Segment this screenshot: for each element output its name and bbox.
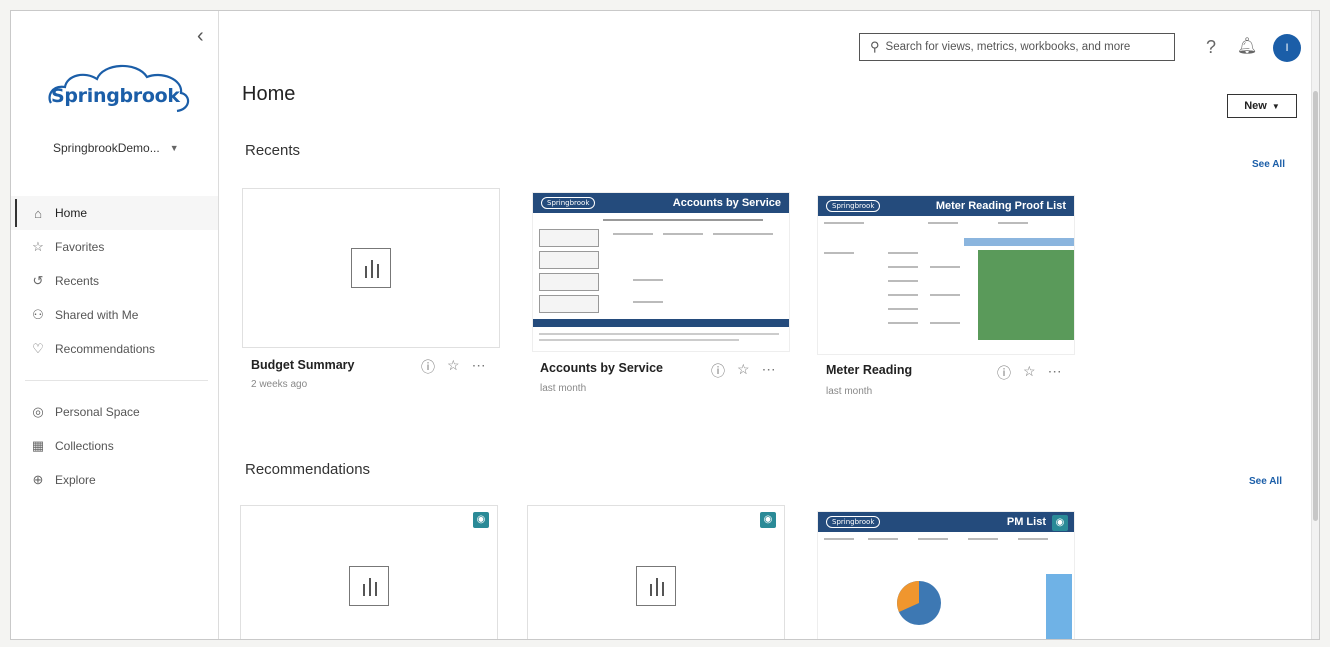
- thumbnail-title: Meter Reading Proof List: [935, 200, 1066, 212]
- lightbulb-icon: ♡: [32, 341, 44, 356]
- new-button[interactable]: New ▼: [1227, 94, 1297, 118]
- thumbnail-header: Springbrook Meter Reading Proof List: [818, 196, 1074, 216]
- recommendation-card[interactable]: ◉: [527, 505, 785, 639]
- notification-bell-icon[interactable]: 🔔︎: [1235, 35, 1259, 59]
- sidebar-item-label: Recommendations: [55, 342, 156, 356]
- new-button-label: New: [1244, 100, 1267, 112]
- sidebar-item-home[interactable]: ⌂ Home: [11, 196, 218, 230]
- logo-text: Springbrook: [51, 85, 180, 107]
- sidebar-item-recommendations[interactable]: ♡ Recommendations: [11, 332, 218, 366]
- sidebar-item-collections[interactable]: ▦ Collections: [11, 429, 218, 463]
- scrollbar-thumb[interactable]: [1313, 91, 1318, 521]
- thumbnail-logo: Springbrook: [826, 516, 881, 528]
- thumbnail-header: Springbrook PM List: [818, 512, 1074, 532]
- card-title[interactable]: Accounts by Service: [540, 361, 663, 375]
- site-selector[interactable]: SpringbrookDemo... ▼: [53, 141, 179, 155]
- nav-divider: [25, 380, 208, 381]
- search-placeholder: Search for views, metrics, workbooks, an…: [885, 41, 1131, 53]
- search-input[interactable]: ⚲ Search for views, metrics, workbooks, …: [859, 33, 1175, 61]
- card-actions: ⓘ ☆ ⋯: [711, 361, 776, 381]
- recents-see-all-link[interactable]: See All: [1252, 159, 1285, 170]
- recommendation-card-pm-list[interactable]: Springbrook PM List ◉: [817, 511, 1075, 639]
- app-window: ‹ Springbrook SpringbrookDemo... ▼ ⌂ Hom…: [10, 10, 1320, 640]
- thumbnail-logo: Springbrook: [826, 200, 881, 212]
- compass-icon: ⊕: [32, 472, 44, 487]
- favorite-star-icon[interactable]: ☆: [1023, 363, 1036, 383]
- thumbnail-title: PM List: [1006, 516, 1046, 528]
- history-icon: ↺: [32, 273, 44, 288]
- avatar[interactable]: I: [1273, 34, 1301, 62]
- person-icon: ◎: [32, 404, 44, 419]
- recommendation-badge-icon: ◉: [1052, 515, 1068, 531]
- thumbnail-logo: Springbrook: [541, 197, 596, 209]
- collapse-sidebar-icon[interactable]: ‹: [197, 25, 204, 48]
- card-timestamp: 2 weeks ago: [251, 379, 308, 390]
- favorite-star-icon[interactable]: ☆: [447, 357, 460, 377]
- recommendation-badge-icon: ◉: [760, 512, 776, 528]
- recommendation-card[interactable]: ◉: [240, 505, 498, 639]
- recent-card-accounts-by-service[interactable]: Springbrook Accounts by Service: [532, 192, 790, 352]
- thumbnail-title: Accounts by Service: [672, 197, 781, 209]
- sidebar-item-recents[interactable]: ↺ Recents: [11, 264, 218, 298]
- info-icon[interactable]: ⓘ: [421, 357, 435, 377]
- more-options-icon[interactable]: ⋯: [472, 357, 486, 377]
- sidebar-item-personal-space[interactable]: ◎ Personal Space: [11, 395, 218, 429]
- more-options-icon[interactable]: ⋯: [1048, 363, 1062, 383]
- sidebar-item-label: Explore: [55, 473, 96, 487]
- search-icon: ⚲: [870, 39, 880, 54]
- sidebar-item-label: Collections: [55, 439, 114, 453]
- card-actions: ⓘ ☆ ⋯: [997, 363, 1062, 383]
- recents-heading: Recents: [245, 142, 301, 159]
- sidebar-item-label: Recents: [55, 274, 100, 288]
- card-timestamp: last month: [540, 383, 587, 394]
- recommendation-badge-icon: ◉: [473, 512, 489, 528]
- caret-down-icon: ▼: [169, 143, 179, 153]
- card-title[interactable]: Budget Summary: [251, 358, 355, 372]
- thumbnail-header: Springbrook Accounts by Service: [533, 193, 789, 213]
- pie-chart-thumbnail: [897, 581, 941, 625]
- vertical-scrollbar[interactable]: [1311, 11, 1319, 639]
- card-actions: ⓘ ☆ ⋯: [421, 357, 486, 377]
- home-icon: ⌂: [34, 205, 42, 221]
- viz-placeholder-icon: [349, 566, 389, 607]
- more-options-icon[interactable]: ⋯: [762, 361, 776, 381]
- caret-down-icon: ▼: [1271, 101, 1280, 111]
- recommendations-heading: Recommendations: [245, 461, 371, 478]
- favorite-star-icon[interactable]: ☆: [737, 361, 750, 381]
- info-icon[interactable]: ⓘ: [997, 363, 1011, 383]
- sidebar-item-label: Shared with Me: [55, 308, 139, 322]
- sidebar-item-favorites[interactable]: ☆ Favorites: [11, 230, 218, 264]
- sidebar-item-shared-with-me[interactable]: ⚇ Shared with Me: [11, 298, 218, 332]
- viz-placeholder-icon: [636, 566, 676, 607]
- recent-card-meter-reading[interactable]: Springbrook Meter Reading Proof List: [817, 195, 1075, 355]
- recent-card-budget-summary[interactable]: [242, 188, 500, 348]
- sidebar-item-label: Home: [55, 206, 88, 220]
- card-title[interactable]: Meter Reading: [826, 363, 912, 377]
- info-icon[interactable]: ⓘ: [711, 361, 725, 381]
- sidebar-item-explore[interactable]: ⊕ Explore: [11, 463, 218, 497]
- sidebar-nav: ⌂ Home ☆ Favorites ↺ Recents ⚇ Shared wi…: [11, 196, 218, 497]
- collections-icon: ▦: [31, 438, 45, 453]
- star-icon: ☆: [32, 239, 44, 254]
- sidebar-item-label: Favorites: [55, 240, 105, 254]
- site-name: SpringbrookDemo...: [53, 141, 160, 155]
- viz-placeholder-icon: [351, 248, 391, 288]
- sidebar: ‹ Springbrook SpringbrookDemo... ▼ ⌂ Hom…: [11, 11, 219, 639]
- springbrook-logo: Springbrook: [45, 57, 195, 117]
- sidebar-item-label: Personal Space: [55, 405, 140, 419]
- page-title: Home: [242, 83, 296, 105]
- card-timestamp: last month: [826, 386, 873, 397]
- shared-users-icon: ⚇: [32, 307, 44, 322]
- help-icon[interactable]: ?: [1199, 35, 1223, 59]
- recommendations-see-all-link[interactable]: See All: [1249, 476, 1282, 487]
